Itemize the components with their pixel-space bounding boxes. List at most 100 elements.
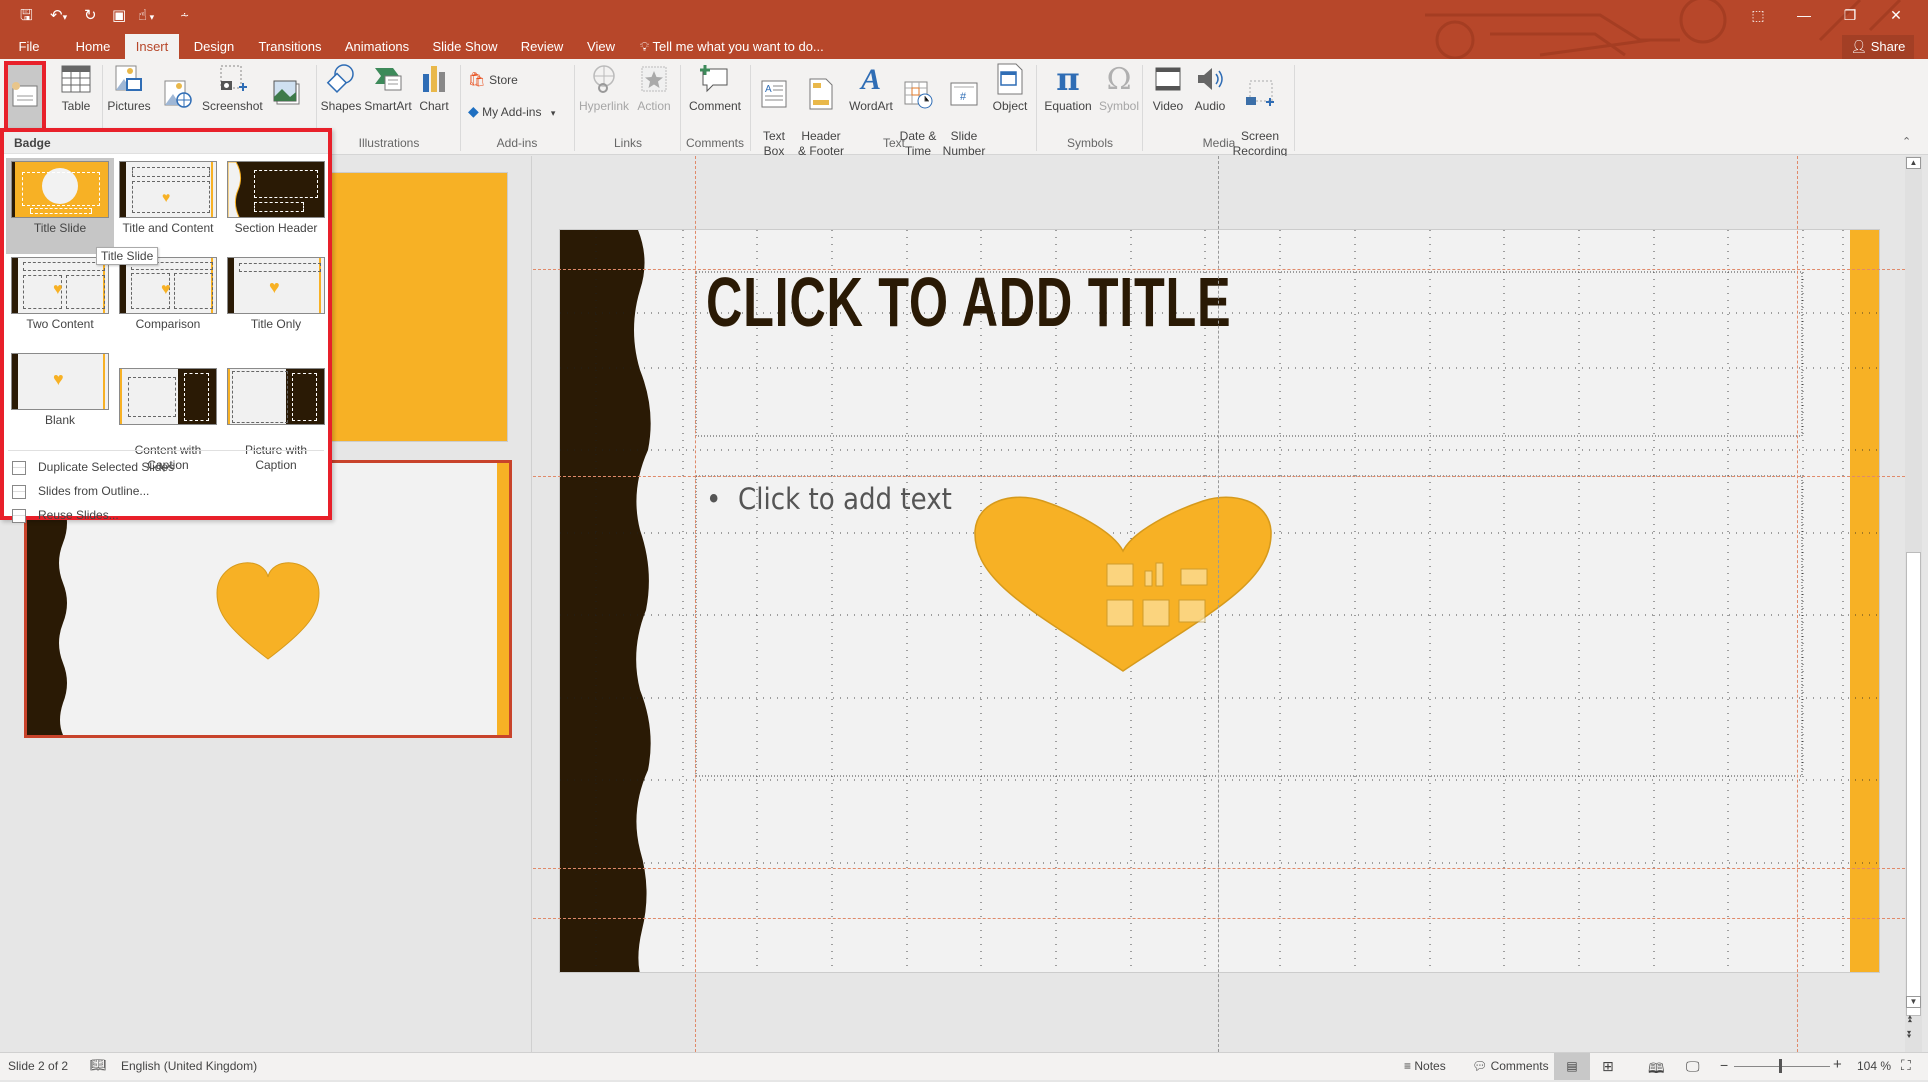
vertical-guide[interactable] (1797, 156, 1798, 1052)
layout-thumb-blank: ♥ (11, 353, 109, 410)
comments-button[interactable]: 💬︎ Comments (1472, 1059, 1549, 1073)
zoom-slider-thumb[interactable] (1779, 1059, 1782, 1073)
slide-indicator[interactable]: Slide 2 of 2 (8, 1059, 68, 1073)
group-label-media: Media (1202, 136, 1236, 150)
horizontal-guide[interactable] (533, 868, 1905, 869)
screenshot-label: Screenshot (202, 99, 263, 113)
action-star-icon (638, 63, 670, 95)
layout-blank[interactable]: ♥ Blank (6, 350, 114, 446)
ribbon-display-options-icon[interactable]: ⬚ (1735, 4, 1781, 26)
customize-qat-icon[interactable]: ⩪ (180, 5, 189, 27)
previous-slide-icon[interactable]: ⏫︎ (1907, 1014, 1912, 1025)
comment-button[interactable]: Comment (684, 63, 746, 114)
my-addins-button[interactable]: ◆ My Add-ins ▾ (468, 103, 555, 120)
hyperlink-icon (588, 63, 620, 95)
shapes-button[interactable]: Shapes (320, 63, 362, 114)
layout-picture-with-caption[interactable]: Picture with Caption (222, 350, 330, 472)
tab-review[interactable]: Review (518, 34, 566, 59)
horizontal-guide[interactable] (533, 476, 1905, 477)
tab-view[interactable]: View (582, 34, 620, 59)
menu-item-label: Slides from Outline... (38, 484, 150, 498)
notes-button[interactable]: ≡ Notes (1404, 1059, 1446, 1073)
pictures-button[interactable]: Pictures (106, 63, 152, 114)
group-label-links: Links (613, 136, 642, 150)
tab-animations[interactable]: Animations (340, 34, 414, 59)
layout-label: Blank (44, 413, 76, 427)
scroll-up-arrow[interactable]: ▲ (1906, 157, 1921, 169)
reading-view-button[interactable]: 🕮︎ (1648, 1058, 1665, 1082)
hyperlink-button[interactable]: Hyperlink (578, 63, 630, 114)
online-pictures-icon (162, 78, 194, 110)
share-button[interactable]: 👤︎ Share (1842, 35, 1914, 59)
tab-transitions[interactable]: Transitions (255, 34, 325, 59)
redo-icon[interactable]: ↻ (84, 5, 97, 27)
save-icon[interactable]: 🖫 (20, 5, 33, 27)
tab-home[interactable]: Home (70, 34, 116, 59)
minimize-button[interactable]: — (1781, 4, 1827, 26)
slides-from-outline-item[interactable]: Slides from Outline... (12, 480, 149, 502)
horizontal-guide[interactable] (533, 269, 1905, 270)
smartart-button[interactable]: SmartArt (362, 63, 414, 114)
photo-album-icon (271, 78, 303, 110)
zoom-level[interactable]: 104 % (1857, 1059, 1891, 1073)
audio-button[interactable]: Audio (1190, 63, 1230, 114)
video-button[interactable]: Video (1148, 63, 1188, 114)
store-button[interactable]: 🛍︎ Store (468, 71, 518, 88)
collapse-ribbon-icon[interactable]: ⌃ (1902, 135, 1911, 148)
chart-icon (418, 63, 450, 95)
vertical-scrollbar[interactable]: ▲ ▼ ⏫︎ ⏬︎ (1905, 156, 1922, 1052)
text-box-icon: A (758, 78, 790, 110)
tab-insert[interactable]: Insert (125, 34, 179, 59)
restore-button[interactable]: ❐ (1827, 4, 1873, 26)
tell-me-box[interactable]: 💡︎ Tell me what you want to do... (640, 34, 830, 59)
chart-button[interactable]: Chart (416, 63, 452, 114)
vertical-guide[interactable] (695, 156, 696, 1052)
undo-icon[interactable]: ↶▾ (50, 5, 67, 27)
wordart-button[interactable]: A WordArt (846, 63, 896, 114)
language-indicator[interactable]: English (United Kingdom) (121, 1059, 257, 1073)
scroll-down-arrow[interactable]: ▼ (1906, 996, 1921, 1008)
new-slide-button[interactable]: New Slide (4, 61, 46, 160)
slide-sorter-view-button[interactable]: ⊞ (1602, 1058, 1614, 1075)
main-slide-canvas[interactable]: CLICK TO ADD TITLE • Click to add text (559, 229, 1880, 973)
tab-design[interactable]: Design (190, 34, 238, 59)
action-button[interactable]: Action (632, 63, 676, 114)
normal-view-button[interactable]: ▤ (1554, 1053, 1590, 1080)
slide-show-button[interactable]: 🖵︎ (1686, 1058, 1700, 1075)
center-guide[interactable] (1218, 156, 1219, 1052)
scroll-thumb[interactable] (1906, 552, 1921, 1016)
tab-slide-show[interactable]: Slide Show (430, 34, 500, 59)
layout-title-only[interactable]: ♥ Title Only (222, 254, 330, 350)
layout-title-slide[interactable]: Title Slide (6, 158, 114, 254)
insert-video-icon (1178, 599, 1206, 623)
touch-mode-icon[interactable]: ☝ ▾ (138, 5, 154, 27)
layout-title-and-content[interactable]: ♥ Title and Content (114, 158, 222, 254)
insert-online-picture-icon (1142, 599, 1170, 627)
equation-button[interactable]: π Equation (1040, 63, 1096, 114)
duplicate-selected-slides-item[interactable]: Duplicate Selected Slides (12, 456, 174, 478)
layout-section-header[interactable]: Section Header (222, 158, 330, 254)
chevron-down-icon: ▾ (550, 108, 556, 118)
present-from-start-icon[interactable]: ▣ (112, 5, 126, 27)
object-button[interactable]: Object (988, 63, 1032, 114)
table-button[interactable]: Table (56, 63, 96, 114)
next-slide-icon[interactable]: ⏬︎ (1907, 1030, 1912, 1041)
hyperlink-label: Hyperlink (578, 99, 629, 113)
layout-two-content[interactable]: ♥ Two Content (6, 254, 114, 350)
my-addins-label: My Add-ins (482, 105, 542, 119)
layout-content-with-caption[interactable]: Content with Caption (114, 350, 222, 472)
zoom-in-button[interactable]: + (1833, 1056, 1842, 1073)
title-placeholder[interactable]: CLICK TO ADD TITLE (706, 262, 1231, 342)
fit-slide-to-window-icon[interactable]: ⛶ (1901, 1057, 1911, 1074)
spell-check-icon[interactable]: 📖︎ (90, 1057, 107, 1073)
close-button[interactable]: ✕ (1873, 4, 1919, 26)
zoom-slider-track[interactable] (1734, 1066, 1830, 1067)
horizontal-guide[interactable] (533, 918, 1905, 919)
body-placeholder[interactable]: • Click to add text (706, 482, 952, 516)
reuse-slides-item[interactable]: Reuse Slides... (12, 504, 119, 526)
screenshot-button[interactable]: Screenshot (202, 63, 263, 114)
symbol-button[interactable]: Ω Symbol (1096, 63, 1142, 114)
zoom-out-button[interactable]: − (1720, 1057, 1728, 1073)
tab-file[interactable]: File (8, 34, 50, 59)
layout-comparison[interactable]: ♥ Comparison (114, 254, 222, 350)
